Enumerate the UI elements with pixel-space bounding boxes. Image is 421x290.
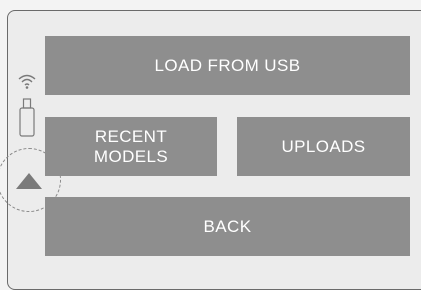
eject-icon[interactable] [15, 172, 43, 190]
usb-drive-icon [19, 98, 35, 137]
uploads-button[interactable]: UPLOADS [237, 117, 410, 176]
wifi-icon [18, 74, 36, 89]
recent-models-button[interactable]: RECENT MODELS [45, 117, 217, 176]
load-from-usb-button[interactable]: LOAD FROM USB [45, 36, 410, 95]
back-button[interactable]: BACK [45, 197, 410, 256]
